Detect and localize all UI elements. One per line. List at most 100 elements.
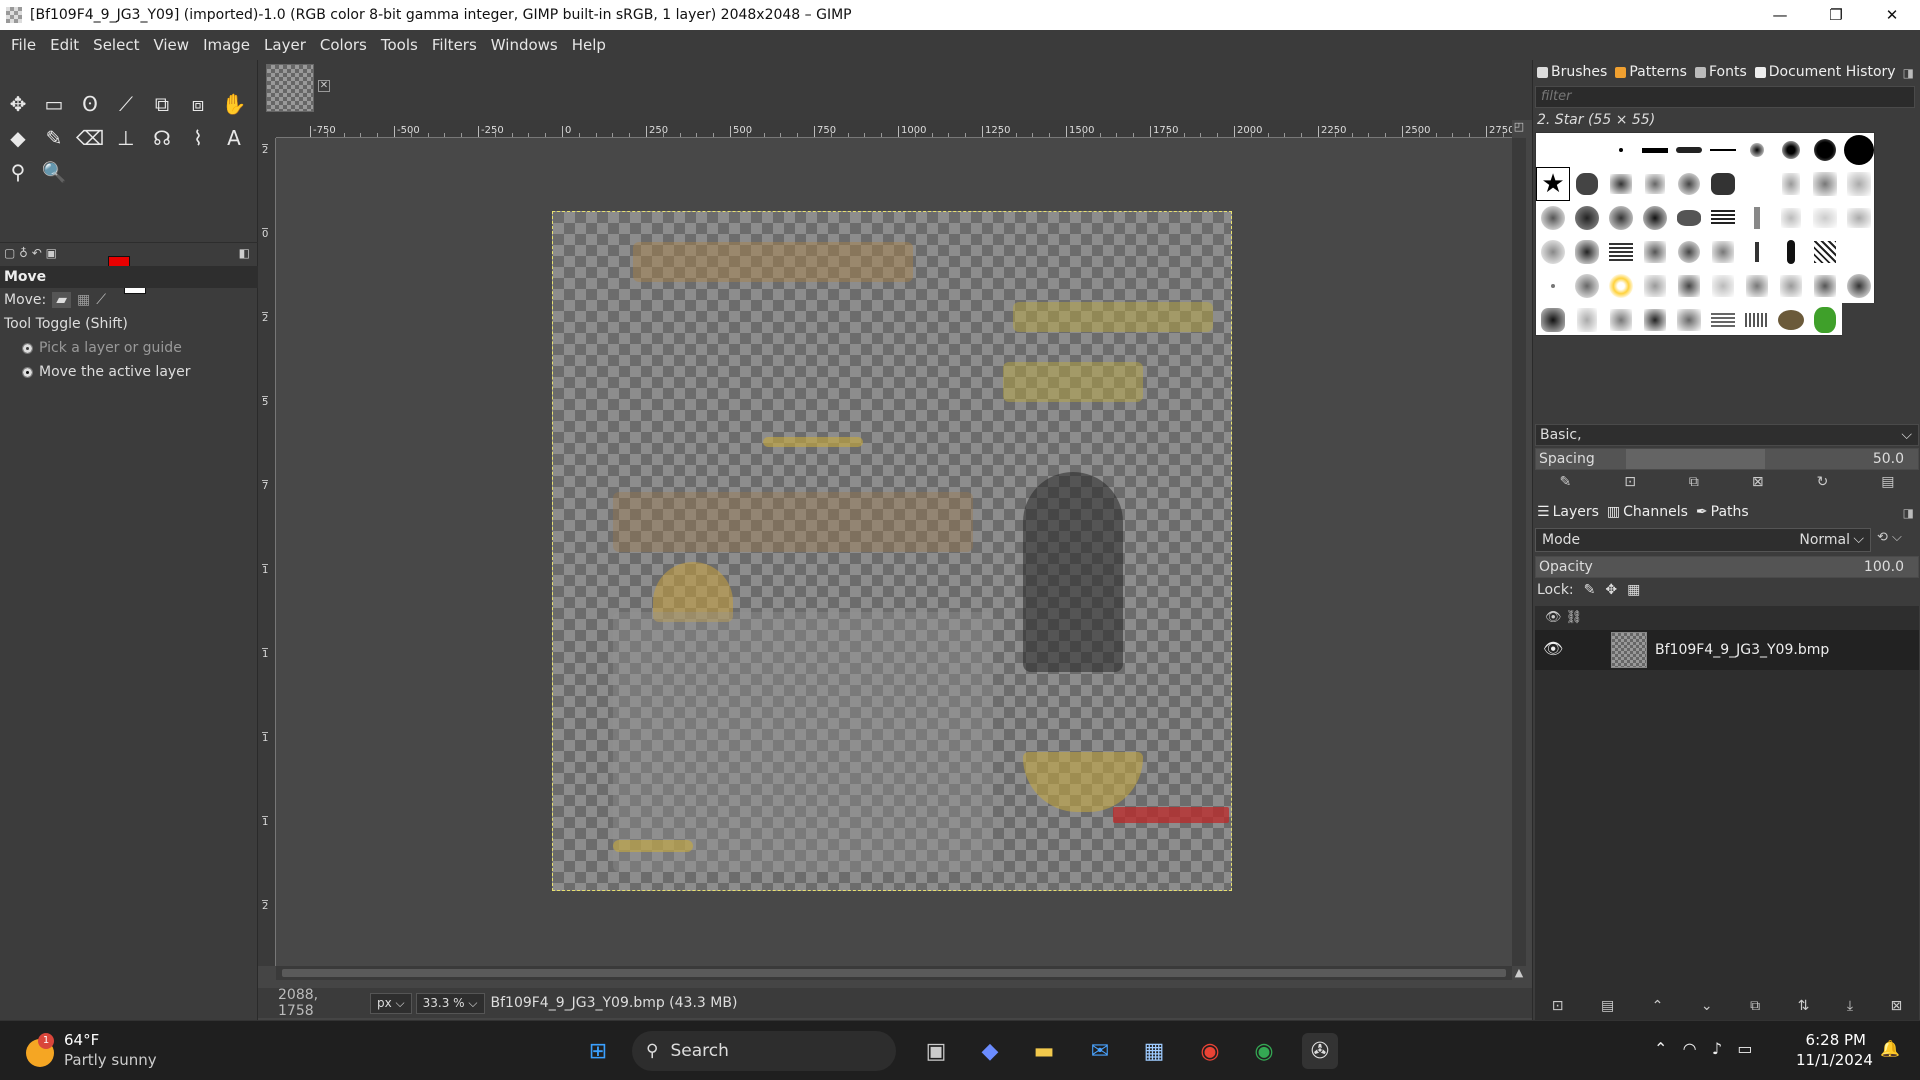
move-selection-mode-icon[interactable]: ▦	[77, 292, 90, 308]
brush-cell[interactable]	[1774, 167, 1808, 201]
configure-tab-icon[interactable]: ◧	[239, 246, 250, 260]
crop-tool-icon[interactable]: ⧉	[148, 90, 176, 118]
brush-cell[interactable]	[1774, 269, 1808, 303]
brush-cell[interactable]	[1774, 235, 1808, 269]
opacity-slider[interactable]: Opacity 100.0	[1535, 556, 1919, 578]
text-tool-icon[interactable]: A	[220, 124, 248, 152]
tab-layers[interactable]: ☰ Layers	[1537, 504, 1599, 520]
delete-brush-icon[interactable]: ⊠	[1752, 474, 1764, 490]
menu-layer[interactable]: Layer	[257, 36, 313, 54]
open-brush-folder-icon[interactable]: ▤	[1881, 474, 1894, 490]
brush-cell[interactable]	[1706, 133, 1740, 167]
brush-cell[interactable]	[1740, 133, 1774, 167]
brush-cell[interactable]	[1706, 167, 1740, 201]
brush-cell[interactable]	[1672, 133, 1706, 167]
brush-cell[interactable]	[1842, 201, 1876, 235]
close-button[interactable]: ✕	[1864, 0, 1920, 30]
brush-cell[interactable]	[1706, 269, 1740, 303]
menu-help[interactable]: Help	[565, 36, 613, 54]
eye-icon[interactable]: 👁	[1543, 639, 1563, 658]
spacing-slider[interactable]: Spacing 50.0	[1535, 448, 1919, 470]
brush-cell[interactable]	[1706, 235, 1740, 269]
brush-cell[interactable]	[1638, 235, 1672, 269]
brush-cell[interactable]	[1536, 201, 1570, 235]
option-move-active-layer[interactable]: Move the active layer	[0, 360, 258, 384]
menu-colors[interactable]: Colors	[313, 36, 374, 54]
brush-gimp-mascot-icon[interactable]	[1774, 303, 1808, 337]
transform-tool-icon[interactable]: ⧈	[184, 90, 212, 118]
zoom-tool-icon[interactable]: 🔍	[40, 158, 68, 186]
weather-widget[interactable]: 1	[22, 1033, 58, 1069]
lock-alpha-icon[interactable]: ▦	[1627, 582, 1640, 598]
brush-cell[interactable]	[1706, 303, 1740, 337]
brush-cell[interactable]	[1604, 133, 1638, 167]
brush-cell[interactable]	[1774, 201, 1808, 235]
menu-select[interactable]: Select	[86, 36, 146, 54]
brush-star-selected-icon[interactable]: ★	[1536, 167, 1570, 201]
menu-view[interactable]: View	[146, 36, 196, 54]
tab-patterns[interactable]: Patterns	[1615, 64, 1687, 80]
brush-cell[interactable]	[1604, 303, 1638, 337]
horizontal-scrollbar[interactable]	[276, 966, 1512, 980]
brush-cell[interactable]	[1604, 167, 1638, 201]
menu-edit[interactable]: Edit	[43, 36, 86, 54]
fuzzy-select-tool-icon[interactable]: ⟋	[112, 90, 140, 118]
ruler-corner[interactable]	[258, 120, 276, 138]
horizontal-ruler[interactable]: -750 -500 -250 0 250 500 750 1000 1250 1500 1750 20…	[276, 120, 1512, 138]
brush-tag-select[interactable]: Basic, ⌵	[1535, 424, 1919, 446]
lasso-tool-icon[interactable]: ʘ	[76, 90, 104, 118]
new-layer-icon[interactable]: ⊡	[1552, 998, 1564, 1014]
zoom-select[interactable]: 33.3 % ⌵	[415, 992, 485, 1014]
brush-cell[interactable]	[1570, 167, 1604, 201]
tab-channels[interactable]: ▥ Channels	[1607, 504, 1688, 520]
brush-cell[interactable]	[1536, 235, 1570, 269]
radio-pick-layer[interactable]	[22, 342, 33, 354]
menu-image[interactable]: Image	[196, 36, 257, 54]
image-canvas[interactable]	[276, 138, 1512, 966]
brush-cell[interactable]	[1570, 303, 1604, 337]
brush-cell[interactable]	[1842, 133, 1876, 167]
warp-tool-icon[interactable]: ✋	[220, 90, 248, 118]
brush-cell[interactable]	[1672, 303, 1706, 337]
tab-document-history[interactable]: Document History	[1754, 64, 1896, 80]
new-brush-icon[interactable]: ⊡	[1624, 474, 1636, 490]
photos-icon[interactable]: ▦	[1136, 1033, 1172, 1069]
brush-cell[interactable]	[1842, 167, 1876, 201]
brush-cell[interactable]	[1638, 133, 1672, 167]
unit-select[interactable]: px ⌵	[370, 992, 412, 1014]
close-image-tab-icon[interactable]: ✕	[318, 80, 330, 92]
eraser-tool-icon[interactable]: ⌫	[76, 124, 104, 152]
layers-dock-menu-icon[interactable]: ◨	[1903, 506, 1914, 520]
brush-cell[interactable]	[1672, 235, 1706, 269]
menu-filters[interactable]: Filters	[425, 36, 484, 54]
brush-cell[interactable]	[1740, 167, 1774, 201]
brush-cell[interactable]	[1808, 167, 1842, 201]
brush-cell[interactable]	[1570, 269, 1604, 303]
brush-cell[interactable]	[1808, 201, 1842, 235]
smudge-tool-icon[interactable]: ☊	[148, 124, 176, 152]
color-picker-tool-icon[interactable]: ⚲	[4, 158, 32, 186]
duplicate-layer-icon[interactable]: ⧉	[1750, 998, 1760, 1014]
chrome-profile-icon[interactable]: ◉	[1246, 1033, 1282, 1069]
clock-date[interactable]: 11/1/2024	[1796, 1051, 1873, 1069]
tool-options-tab-icon[interactable]: ▢ ♁ ↶ ▣	[4, 246, 57, 260]
brush-cell[interactable]	[1740, 235, 1774, 269]
chrome-icon[interactable]: ◉	[1192, 1033, 1228, 1069]
clone-tool-icon[interactable]: ⊥	[112, 124, 140, 152]
new-layer-group-icon[interactable]: ▤	[1601, 998, 1614, 1014]
task-view-icon[interactable]: ▣	[918, 1033, 954, 1069]
notification-bell-icon[interactable]: 🔔	[1880, 1039, 1900, 1058]
duplicate-brush-icon[interactable]: ⧉	[1689, 474, 1699, 490]
layers-list[interactable]: 👁 ⛓ 👁 Bf109F4_9_JG3_Y09.bmp	[1535, 606, 1919, 1050]
move-layer-mode-icon[interactable]: ▰	[52, 292, 72, 308]
brush-cell[interactable]	[1638, 201, 1672, 235]
brush-pepper-icon[interactable]	[1808, 303, 1842, 337]
move-path-mode-icon[interactable]: ⟋	[96, 292, 106, 308]
bucket-fill-tool-icon[interactable]: ◆	[4, 124, 32, 152]
brush-cell[interactable]	[1740, 201, 1774, 235]
delete-layer-icon[interactable]: ⊠	[1891, 998, 1903, 1014]
brush-cell[interactable]	[1536, 303, 1570, 337]
refresh-brushes-icon[interactable]: ↻	[1817, 474, 1829, 490]
brush-cell[interactable]	[1638, 303, 1672, 337]
clock-time[interactable]: 6:28 PM	[1796, 1031, 1866, 1049]
